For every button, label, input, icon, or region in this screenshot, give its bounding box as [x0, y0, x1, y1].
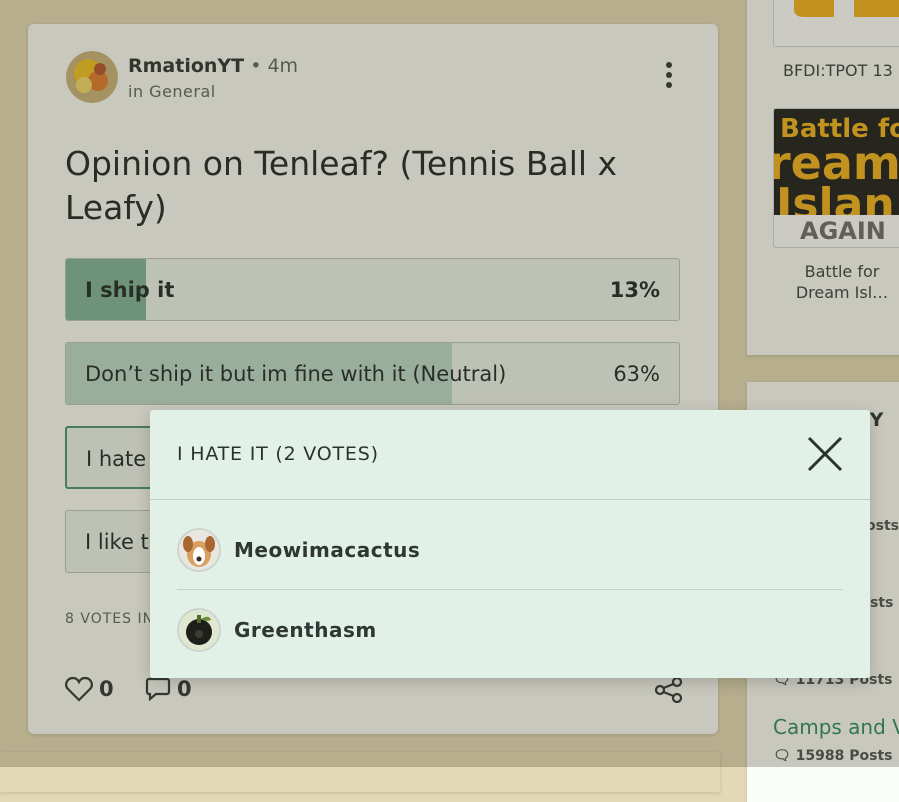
- voter-row[interactable]: Greenthasm: [177, 590, 843, 670]
- voter-name[interactable]: Meowimacactus: [234, 538, 420, 562]
- voter-row[interactable]: Meowimacactus: [177, 510, 843, 590]
- modal-divider: [150, 499, 870, 500]
- voters-modal: I HATE IT (2 VOTES) Meowimacactus Greent…: [150, 410, 870, 678]
- black-fruit-avatar[interactable]: [177, 608, 221, 652]
- close-icon[interactable]: [805, 434, 845, 474]
- voter-name[interactable]: Greenthasm: [234, 618, 377, 642]
- modal-title: I HATE IT (2 VOTES): [177, 443, 379, 465]
- dog-avatar[interactable]: [177, 528, 221, 572]
